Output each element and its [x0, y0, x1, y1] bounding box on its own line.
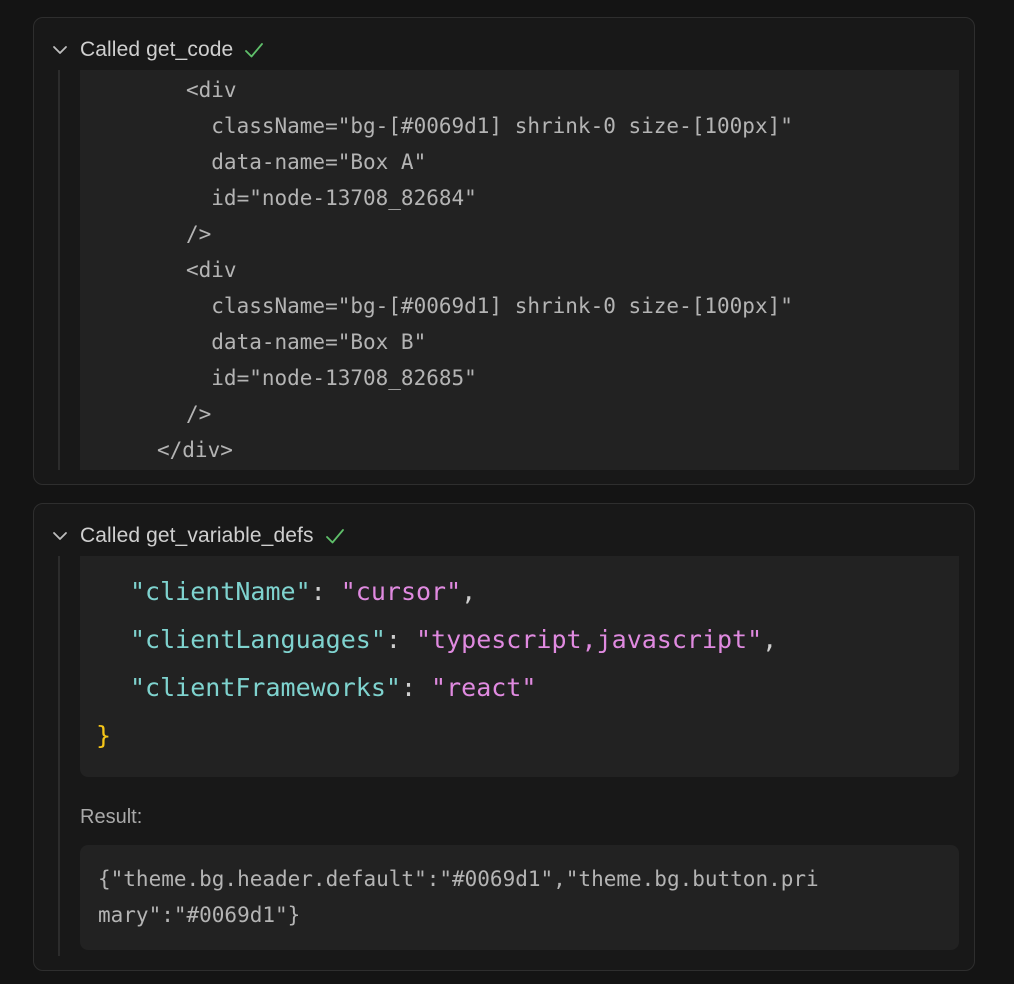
json-trailing: , [762, 625, 778, 654]
json-key: "clientFrameworks" [130, 673, 401, 702]
code-line: <div [186, 258, 237, 282]
chevron-down-icon[interactable] [48, 38, 72, 62]
json-key: "clientName" [130, 577, 311, 606]
indent-rail [58, 556, 60, 956]
json-value: "react" [431, 673, 537, 702]
json-colon: : [400, 673, 432, 702]
json-code-block[interactable]: "clientName": "cursor", "clientLanguages… [80, 556, 959, 777]
code-line: /> [186, 222, 212, 246]
json-line: "clientName": "cursor", [130, 568, 476, 616]
result-label: Result: [80, 806, 143, 828]
checkmark-icon [243, 39, 265, 61]
code-block[interactable]: <div className="bg-[#0069d1] shrink-0 si… [80, 70, 959, 470]
chevron-down-icon[interactable] [48, 524, 72, 548]
indent-rail [58, 70, 60, 470]
json-colon: : [310, 577, 341, 606]
json-value: "cursor" [340, 577, 462, 606]
json-line: "clientFrameworks": "react" [130, 664, 536, 712]
code-line: className="bg-[#0069d1] shrink-0 size-[1… [186, 294, 793, 318]
code-line: </div> [157, 438, 233, 462]
code-line: className="bg-[#0069d1] shrink-0 size-[1… [186, 114, 793, 138]
panel-title: Called get_code [80, 38, 234, 61]
json-colon: : [385, 625, 416, 654]
code-line: id="node-13708_82684" [186, 186, 477, 210]
code-line: data-name="Box A" [186, 150, 427, 174]
checkmark-icon [324, 525, 346, 547]
json-key: "clientLanguages" [130, 625, 386, 654]
result-line: {"theme.bg.header.default":"#0069d1","th… [98, 867, 819, 891]
json-value: "typescript,javascript" [415, 625, 763, 654]
json-line: "clientLanguages": "typescript,javascrip… [130, 616, 777, 664]
code-line: data-name="Box B" [186, 330, 427, 354]
panel-title: Called get_variable_defs [80, 524, 314, 547]
tool-call-panel-get-code: Called get_code <div className="bg-[#006… [33, 17, 975, 485]
json-trailing: , [461, 577, 477, 606]
json-closing-brace: } [96, 721, 112, 750]
code-line: id="node-13708_82685" [186, 366, 477, 390]
code-line: /> [186, 402, 212, 426]
code-line: <div [186, 78, 237, 102]
tool-call-panel-get-variable-defs: Called get_variable_defs "clientName": "… [33, 503, 975, 971]
result-block[interactable]: {"theme.bg.header.default":"#0069d1","th… [80, 845, 959, 950]
result-line: mary":"#0069d1"} [98, 903, 301, 927]
